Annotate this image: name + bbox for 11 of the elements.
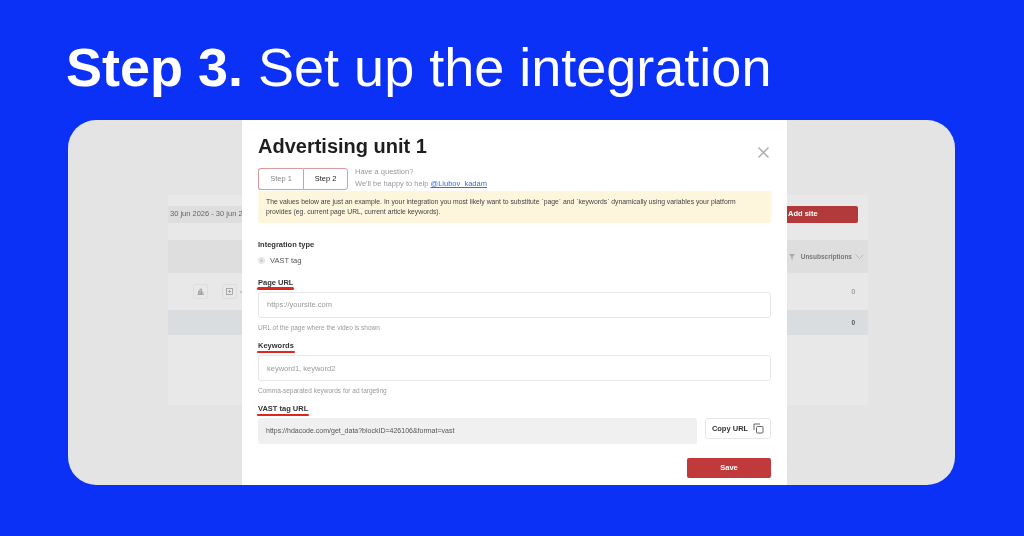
chevron-down-icon[interactable] (855, 254, 864, 259)
add-button[interactable] (222, 284, 237, 299)
bar-chart-icon (197, 288, 204, 295)
plus-square-icon (226, 288, 233, 295)
chart-button[interactable] (193, 284, 208, 299)
copy-icon (753, 423, 765, 434)
filter-icon[interactable] (788, 253, 795, 260)
close-icon[interactable] (758, 147, 769, 158)
radio-button[interactable] (258, 257, 265, 265)
modal-title: Advertising unit 1 (258, 134, 427, 158)
headline: Step 3. Set up the integration (66, 36, 773, 98)
